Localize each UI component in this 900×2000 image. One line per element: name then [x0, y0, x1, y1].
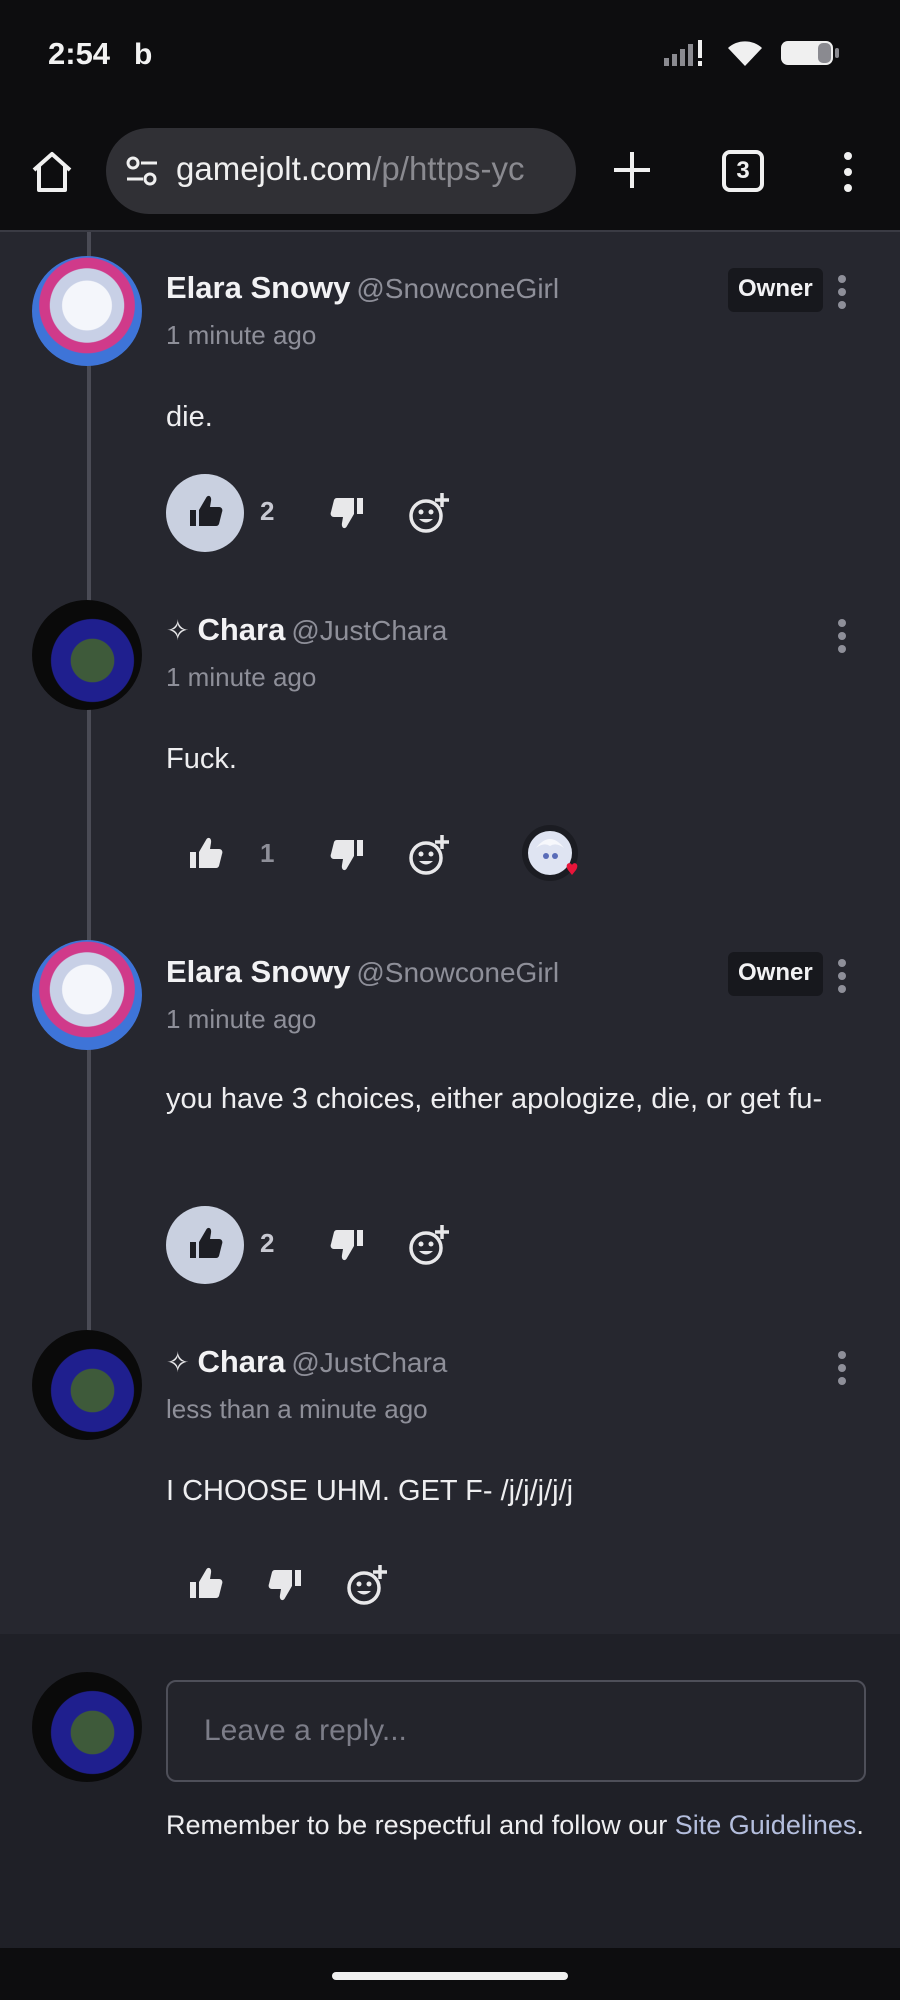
thumbs-up-icon	[190, 1567, 223, 1598]
comment-body: I CHOOSE UHM. GET F- /j/j/j/j/j	[166, 1475, 574, 1507]
avatar[interactable]	[32, 1330, 142, 1440]
thumbs-up-icon	[190, 495, 223, 526]
comment-author: ✧ Chara @JustChara	[166, 1344, 447, 1380]
more-options-icon[interactable]	[834, 958, 850, 994]
more-options-icon[interactable]	[834, 618, 850, 654]
comment-author: ✧ Chara @JustChara	[166, 612, 447, 648]
author-handle[interactable]: @SnowconeGirl	[356, 273, 559, 304]
comment-body: die.	[166, 401, 213, 433]
new-tab-icon[interactable]	[608, 146, 656, 194]
site-settings-icon[interactable]	[124, 153, 160, 189]
more-options-icon[interactable]	[834, 274, 850, 310]
sparkle-icon: ✧	[166, 1347, 190, 1378]
guidelines-notice: Remember to be respectful and follow our…	[166, 1804, 886, 1846]
comment-thread: Elara Snowy @SnowconeGirl Owner 1 minute …	[0, 232, 900, 1634]
author-handle[interactable]: @SnowconeGirl	[356, 957, 559, 988]
site-guidelines-link[interactable]: Site Guidelines	[675, 1810, 857, 1840]
creator-liked-reaction[interactable]	[514, 818, 584, 888]
like-count[interactable]: 2	[260, 1228, 274, 1259]
thumbs-down-icon[interactable]	[326, 492, 368, 534]
avatar[interactable]	[32, 256, 142, 366]
comment-timestamp[interactable]: 1 minute ago	[166, 662, 316, 693]
owner-badge: Owner	[728, 268, 823, 312]
comment-body: you have 3 choices, either apologize, di…	[166, 1083, 823, 1115]
avatar[interactable]	[32, 600, 142, 710]
wifi-icon	[728, 41, 762, 66]
comment-timestamp[interactable]: less than a minute ago	[166, 1394, 428, 1425]
like-count[interactable]: 1	[260, 838, 274, 869]
comment-body: Fuck.	[166, 743, 237, 775]
avatar[interactable]	[32, 940, 142, 1050]
current-user-avatar	[32, 1672, 142, 1782]
address-bar[interactable]: gamejolt.com/p/https-yc	[106, 128, 576, 214]
url-text[interactable]: gamejolt.com/p/https-yc	[176, 150, 524, 188]
home-icon[interactable]	[28, 148, 76, 196]
guidelines-end: .	[856, 1810, 864, 1840]
system-icons	[662, 38, 840, 68]
guidelines-text: Remember to be respectful and follow our	[166, 1810, 675, 1840]
more-options-icon[interactable]	[834, 1350, 850, 1386]
like-button[interactable]	[166, 1206, 244, 1284]
status-bar: 2:54 b	[0, 0, 900, 110]
add-reaction-icon[interactable]	[406, 490, 452, 536]
like-button[interactable]	[166, 816, 244, 894]
sparkle-icon: ✧	[166, 615, 190, 646]
comment-author: Elara Snowy @SnowconeGirl	[166, 270, 559, 306]
like-button[interactable]	[166, 1546, 244, 1624]
like-button[interactable]	[166, 474, 244, 552]
author-handle[interactable]: @JustChara	[291, 615, 447, 646]
browser-menu-icon[interactable]	[836, 150, 860, 194]
url-host: gamejolt.com	[176, 150, 373, 187]
app-notification-icon: b	[134, 38, 153, 71]
home-gesture-handle[interactable]	[332, 1972, 568, 1980]
comment-author: Elara Snowy @SnowconeGirl	[166, 954, 559, 990]
status-time: 2:54	[48, 36, 111, 71]
add-reaction-icon[interactable]	[406, 1222, 452, 1268]
tab-switcher-button[interactable]: 3	[722, 150, 764, 192]
signal-icon	[664, 40, 702, 66]
owner-badge: Owner	[728, 952, 823, 996]
author-name[interactable]: Chara	[197, 1344, 285, 1379]
browser-toolbar: gamejolt.com/p/https-yc 3	[0, 110, 900, 232]
battery-icon	[781, 41, 839, 65]
comment-timestamp[interactable]: 1 minute ago	[166, 1004, 316, 1035]
author-name[interactable]: Elara Snowy	[166, 954, 350, 989]
author-handle[interactable]: @JustChara	[291, 1347, 447, 1378]
system-nav-bar	[0, 1948, 900, 2000]
add-reaction-icon[interactable]	[406, 832, 452, 878]
author-name[interactable]: Chara	[197, 612, 285, 647]
comment-timestamp[interactable]: 1 minute ago	[166, 320, 316, 351]
thread-line	[87, 232, 91, 1334]
thumbs-down-icon[interactable]	[264, 1564, 306, 1606]
thumbs-up-icon	[190, 837, 223, 868]
like-count[interactable]: 2	[260, 496, 274, 527]
url-path: /p/https-yc	[372, 150, 525, 187]
thumbs-up-icon	[190, 1227, 223, 1258]
thumbs-down-icon[interactable]	[326, 834, 368, 876]
thumbs-down-icon[interactable]	[326, 1224, 368, 1266]
add-reaction-icon[interactable]	[344, 1562, 390, 1608]
reply-input[interactable]	[166, 1680, 866, 1782]
reply-composer: Remember to be respectful and follow our…	[0, 1634, 900, 1948]
author-name[interactable]: Elara Snowy	[166, 270, 350, 305]
